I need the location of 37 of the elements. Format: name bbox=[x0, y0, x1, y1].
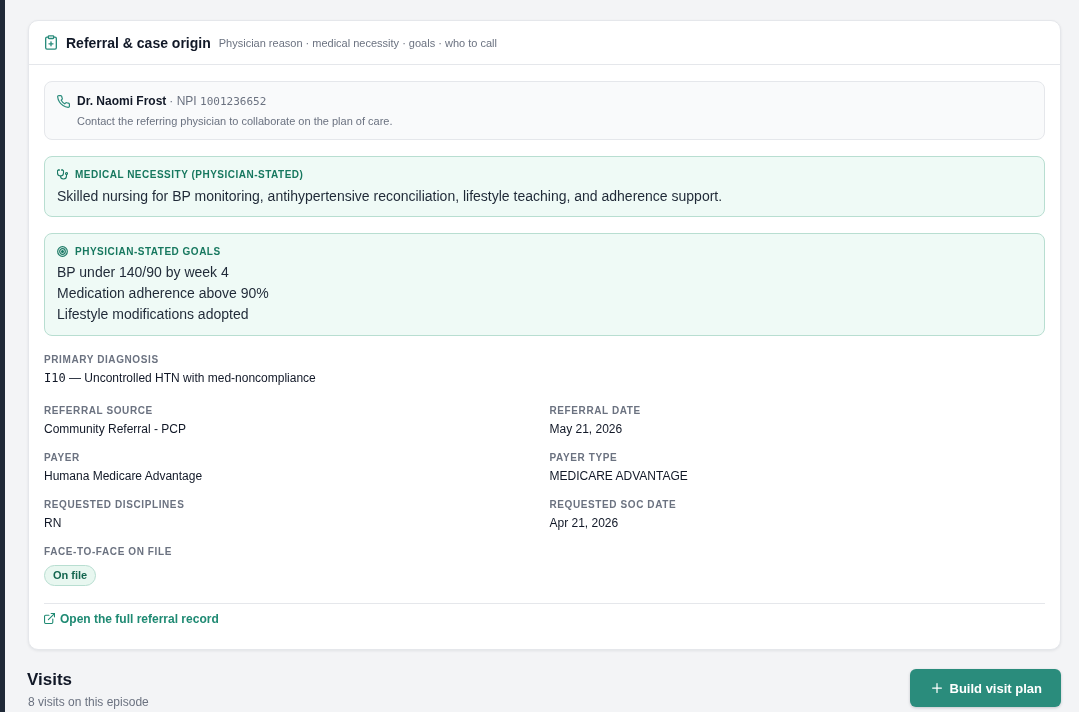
clipboard-plus-icon bbox=[45, 35, 57, 50]
goal-text: BP under 140/90 by week 4 bbox=[57, 263, 230, 282]
field-value: Community Referral - PCP bbox=[44, 421, 187, 438]
goal-text: Medication adherence above 90% bbox=[57, 284, 270, 303]
external-link-icon bbox=[44, 613, 55, 624]
callout-label: PHYSICIAN-STATED GOALS bbox=[75, 245, 221, 257]
callout-label: MEDICAL NECESSITY (PHYSICIAN-STATED) bbox=[75, 168, 304, 180]
contact-note: Contact the referring physician to collaborate on the plan of care. bbox=[77, 114, 394, 128]
section-title: Referral & case origin bbox=[66, 34, 211, 51]
physician-name: Dr. Naomi Frost bbox=[77, 94, 167, 108]
status-badge: On file bbox=[44, 565, 97, 586]
referral-record-link[interactable]: Open the full referral record bbox=[44, 610, 219, 627]
field-value: May 21, 2026 bbox=[549, 421, 623, 438]
field-label: PRIMARY DIAGNOSIS bbox=[44, 353, 159, 367]
build-visit-plan-button[interactable]: Build visit plan bbox=[909, 669, 1061, 707]
phone-icon bbox=[57, 94, 70, 108]
diagnosis-value: I10 — Uncontrolled HTN with med-noncompliance bbox=[44, 370, 316, 387]
medical-necessity-text: Skilled nursing for BP monitoring, antihypertensive reconciliation, lifestyle teaching, and adherence support. bbox=[57, 187, 724, 206]
section-subtitle: Physician reason · medical necessity · goals · who to call bbox=[218, 36, 497, 49]
target-icon bbox=[57, 245, 68, 257]
goal-text: Lifestyle modifications adopted bbox=[57, 305, 250, 324]
npi-number: · NPI 1001236652 bbox=[169, 94, 267, 108]
field-value: Humana Medicare Advantage bbox=[44, 468, 203, 485]
field-label: PAYER bbox=[44, 451, 80, 465]
visits-count: 8 visits on this episode bbox=[28, 694, 149, 710]
field-label: REFERRAL SOURCE bbox=[44, 404, 153, 418]
field-value: MEDICARE ADVANTAGE bbox=[549, 468, 688, 485]
field-label: FACE-TO-FACE ON FILE bbox=[44, 545, 172, 559]
stethoscope-icon bbox=[57, 168, 68, 180]
field-label: REFERRAL DATE bbox=[549, 404, 641, 418]
plus-icon bbox=[931, 683, 942, 693]
field-label: REQUESTED SOC DATE bbox=[549, 498, 677, 512]
field-value: Apr 21, 2026 bbox=[549, 515, 619, 532]
visits-heading: Visits bbox=[27, 669, 74, 691]
field-label: REQUESTED DISCIPLINES bbox=[44, 498, 185, 512]
field-label: PAYER TYPE bbox=[549, 451, 618, 465]
field-value: RN bbox=[44, 515, 62, 532]
